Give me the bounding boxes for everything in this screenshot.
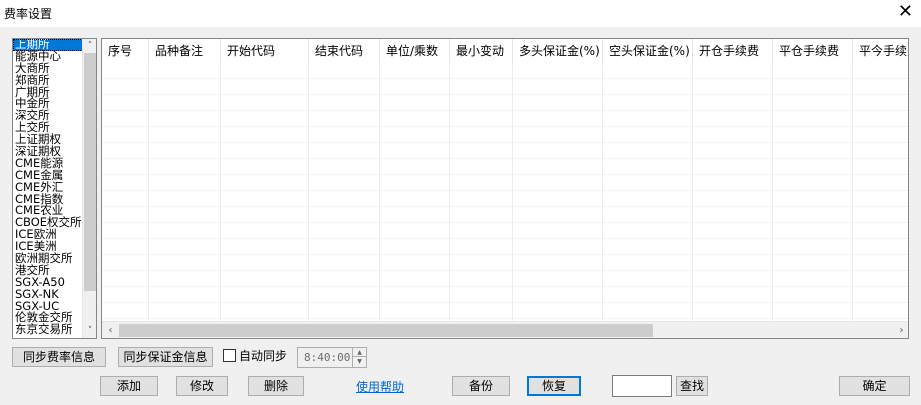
column-header[interactable]: 开始代码 bbox=[221, 39, 309, 63]
sync-fee-button[interactable]: 同步费率信息 bbox=[12, 347, 106, 367]
sync-time-value: 8:40:00 bbox=[304, 351, 351, 364]
column-header[interactable]: 平今手续费 bbox=[853, 39, 908, 63]
table-column bbox=[773, 63, 853, 321]
table-column bbox=[853, 63, 908, 321]
delete-button[interactable]: 删除 bbox=[248, 376, 304, 396]
column-header[interactable]: 开仓手续费 bbox=[693, 39, 773, 63]
column-header[interactable]: 结束代码 bbox=[309, 39, 380, 63]
column-header[interactable]: 品种备注 bbox=[149, 39, 221, 63]
exchange-list[interactable]: 上期所 能源中心 大商所 郑商所 广期所 中金所 深交所 上交所 上证期权 深证期权 CME能源 CM… bbox=[12, 38, 97, 339]
column-header[interactable]: 单位/乘数 bbox=[380, 39, 450, 63]
search-button[interactable]: 查找 bbox=[676, 376, 708, 396]
add-button[interactable]: 添加 bbox=[100, 376, 158, 396]
table-column bbox=[603, 63, 693, 321]
scrollbar-thumb[interactable] bbox=[84, 53, 96, 291]
scroll-up-icon[interactable]: ˄ bbox=[83, 39, 96, 53]
column-header[interactable]: 序号 bbox=[102, 39, 149, 63]
table-body[interactable] bbox=[102, 63, 908, 321]
close-icon[interactable]: ✕ bbox=[898, 2, 913, 22]
table-horizontal-scrollbar[interactable]: ‹ › bbox=[102, 321, 908, 338]
table-column bbox=[309, 63, 380, 321]
chevron-up-icon[interactable]: ▲ bbox=[352, 348, 366, 357]
column-header[interactable]: 空头保证金(%) bbox=[603, 39, 693, 63]
title-bar: 费率设置 ✕ bbox=[0, 0, 921, 27]
table-column bbox=[149, 63, 221, 321]
column-header[interactable]: 平仓手续费 bbox=[773, 39, 853, 63]
sync-time-input[interactable]: 8:40:00 ▲ ▼ bbox=[297, 347, 367, 368]
table-column bbox=[513, 63, 603, 321]
table-column bbox=[450, 63, 513, 321]
ok-button[interactable]: 确定 bbox=[839, 376, 910, 396]
search-input[interactable] bbox=[612, 375, 672, 397]
exchange-list-items: 上期所 能源中心 大商所 郑商所 广期所 中金所 深交所 上交所 上证期权 深证期权 CME能源 CM… bbox=[13, 39, 83, 336]
fee-table[interactable]: 序号 品种备注 开始代码 结束代码 单位/乘数 最小变动 多头保证金(%) 空头保证金(%) 开… bbox=[101, 38, 909, 339]
scroll-down-icon[interactable]: ˅ bbox=[83, 324, 96, 338]
table-header: 序号 品种备注 开始代码 结束代码 单位/乘数 最小变动 多头保证金(%) 空头保证金(%) 开… bbox=[102, 39, 908, 63]
column-header[interactable]: 多头保证金(%) bbox=[513, 39, 603, 63]
scroll-left-icon[interactable]: ‹ bbox=[102, 322, 119, 338]
column-header[interactable]: 最小变动 bbox=[450, 39, 513, 63]
modify-button[interactable]: 修改 bbox=[176, 376, 228, 396]
sync-margin-button[interactable]: 同步保证金信息 bbox=[118, 347, 213, 367]
table-column bbox=[102, 63, 149, 321]
scroll-right-icon[interactable]: › bbox=[893, 322, 908, 338]
auto-sync-label: 自动同步 bbox=[239, 349, 288, 363]
scrollbar-thumb[interactable] bbox=[119, 324, 653, 337]
exchange-list-scrollbar[interactable]: ˄ ˅ bbox=[82, 39, 96, 338]
restore-button[interactable]: 恢复 bbox=[527, 376, 581, 396]
chevron-down-icon[interactable]: ▼ bbox=[352, 357, 366, 367]
help-link[interactable]: 使用帮助 bbox=[356, 378, 404, 395]
window-title: 费率设置 bbox=[4, 7, 53, 21]
backup-button[interactable]: 备份 bbox=[452, 376, 510, 396]
table-column bbox=[693, 63, 773, 321]
table-column bbox=[380, 63, 450, 321]
auto-sync-checkbox[interactable] bbox=[223, 349, 236, 362]
exchange-item[interactable]: 东京交易所 bbox=[13, 323, 83, 336]
table-column bbox=[221, 63, 309, 321]
